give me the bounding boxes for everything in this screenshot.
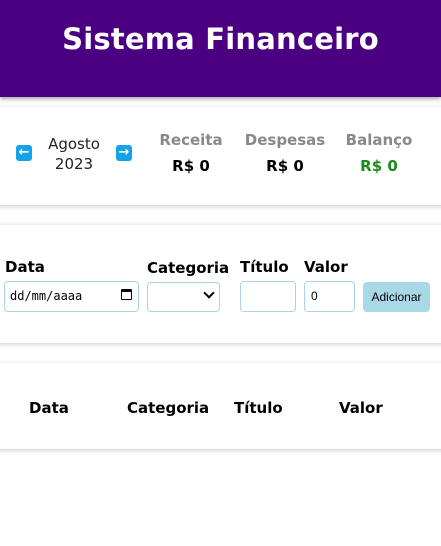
year-label: 2023 [54,155,94,173]
app-header: Sistema Financeiro [0,0,441,97]
value-input[interactable]: 0 [304,281,355,312]
balanco-value: R$ 0 [360,157,398,175]
calendar-icon[interactable] [121,289,132,300]
app-title: Sistema Financeiro [62,22,379,56]
receita-label: Receita [159,131,223,149]
arrow-right-icon: → [118,145,130,160]
despesas-value: R$ 0 [266,157,304,175]
column-header-titulo: Título [234,399,283,417]
date-input[interactable]: dd/mm/aaaa [4,281,139,312]
add-button[interactable]: Adicionar [363,282,430,312]
next-month-button[interactable]: → [116,145,132,161]
column-header-valor: Valor [339,399,383,417]
category-select[interactable] [147,282,220,312]
category-label: Categoria [147,259,230,277]
despesas-label: Despesas [244,131,326,149]
value-input-value: 0 [311,289,318,303]
column-header-categoria: Categoria [127,399,210,417]
column-header-data: Data [29,399,69,417]
chevron-down-icon [203,287,215,299]
month-label: Agosto [48,135,100,153]
prev-month-button[interactable]: ← [16,145,32,161]
title-input[interactable] [240,281,296,312]
arrow-left-icon: ← [18,145,30,160]
balanco-label: Balanço [345,131,413,149]
title-label: Título [240,258,289,276]
date-label: Data [5,258,45,276]
value-label: Valor [304,258,348,276]
date-placeholder: dd/mm/aaaa [10,289,83,303]
receita-value: R$ 0 [172,157,210,175]
